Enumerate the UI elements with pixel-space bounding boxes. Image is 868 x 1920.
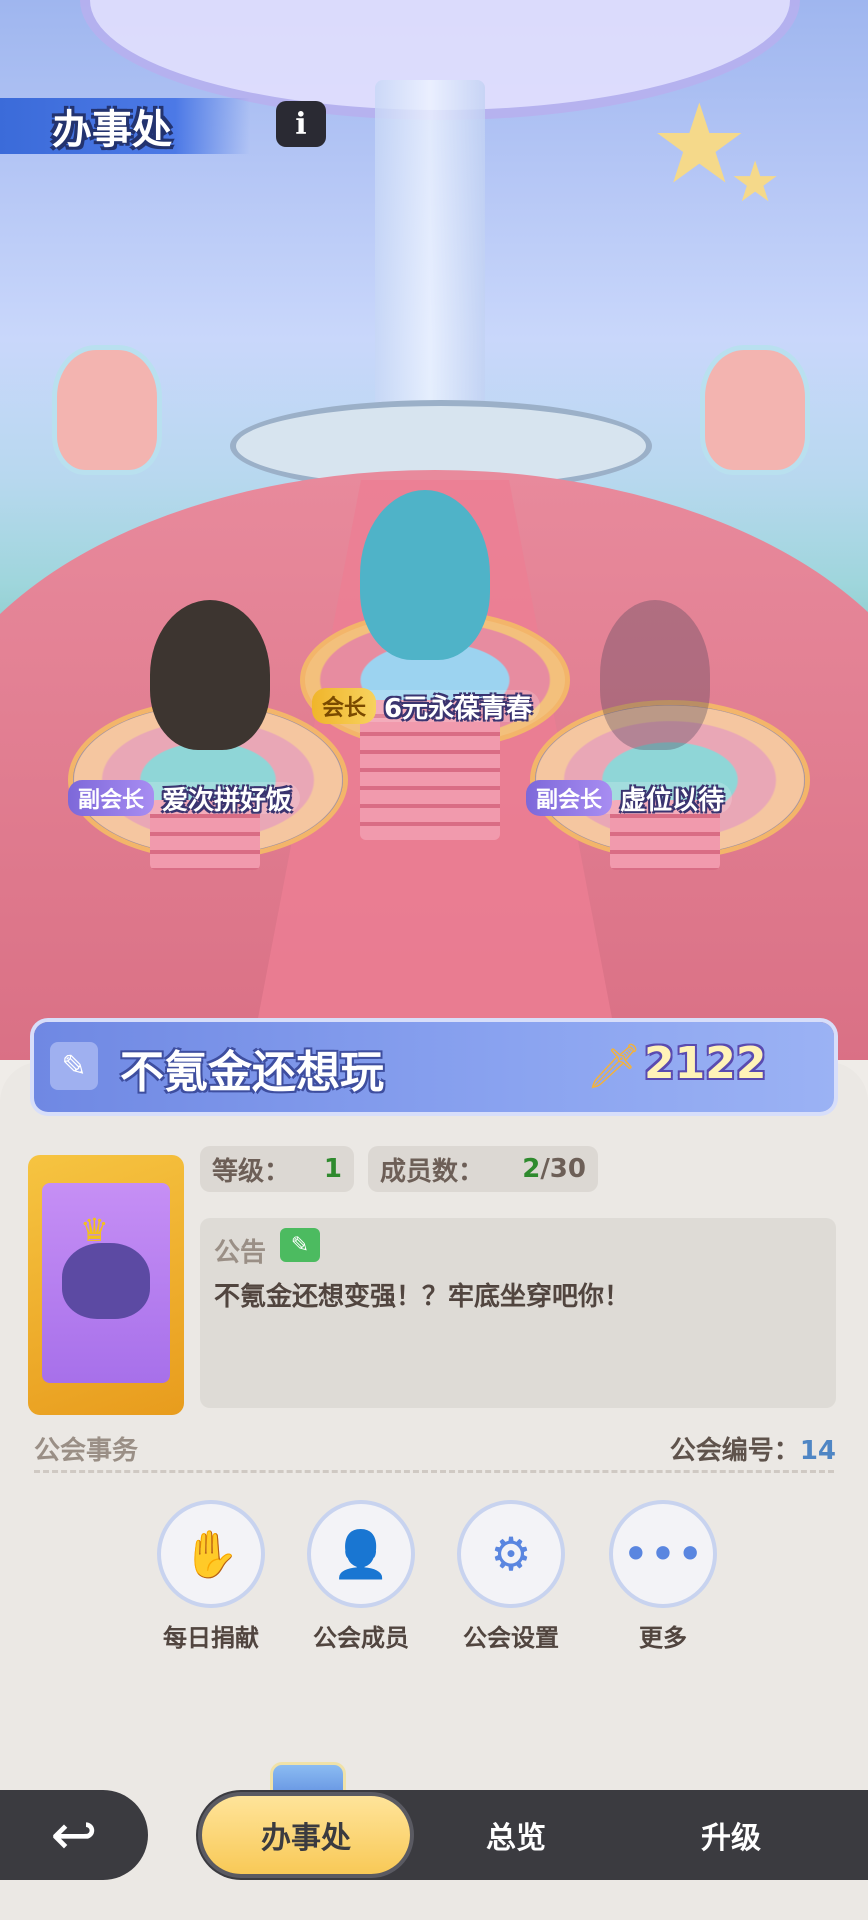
more-button[interactable]: ••• 更多 xyxy=(608,1500,718,1653)
action-label: 每日捐献 xyxy=(163,1624,259,1652)
notice-box: 公告 ✎ 不氪金还想变强！？牢底坐穿吧你！ xyxy=(200,1218,836,1408)
back-arrow-icon[interactable]: ↩ xyxy=(0,1790,148,1880)
vice-president-avatar[interactable] xyxy=(150,600,270,750)
tab-upgrade[interactable]: 升级 xyxy=(626,1790,836,1880)
edit-name-icon[interactable]: ✎ xyxy=(50,1042,98,1090)
edit-notice-icon[interactable]: ✎ xyxy=(280,1228,320,1262)
guild-members-button[interactable]: 👤 公会成员 xyxy=(306,1500,416,1653)
daily-donate-button[interactable]: ✋ 每日捐献 xyxy=(156,1500,266,1653)
guild-header: ✎ 不氪金还想玩 🗡 2122 xyxy=(34,1022,834,1112)
member-name: 爱次拼好饭 xyxy=(162,785,293,816)
info-icon[interactable]: i xyxy=(276,101,326,147)
gear-icon: ⚙ xyxy=(457,1500,565,1608)
member-avatar-icon: 👤 xyxy=(307,1500,415,1608)
role-badge: 副会长 xyxy=(68,780,155,816)
sword-power-icon: 🗡 xyxy=(586,1041,642,1092)
action-label: 公会设置 xyxy=(463,1624,559,1652)
donate-hand-icon: ✋ xyxy=(157,1500,265,1608)
star-decoration-small: ★ xyxy=(730,150,781,215)
president-avatar[interactable] xyxy=(360,490,490,660)
level-label: 等级： xyxy=(212,1156,291,1187)
role-badge: 副会长 xyxy=(526,780,613,816)
emblem-background: ♛ xyxy=(42,1183,170,1383)
member-name: 虚位以待 xyxy=(620,785,725,816)
tab-overview[interactable]: 总览 xyxy=(416,1790,616,1880)
member-count-stat: 成员数： 2/30 xyxy=(368,1146,598,1192)
notice-label: 公告 xyxy=(214,1238,267,1268)
guild-id-value: 14 xyxy=(799,1436,836,1466)
lion-statue-left xyxy=(52,345,162,475)
sleeping-cat-icon xyxy=(62,1243,150,1319)
member-name: 6元永葆青春 xyxy=(384,693,533,724)
light-pillar xyxy=(375,80,485,410)
action-label: 公会成员 xyxy=(313,1624,409,1652)
page-title: 办事处 xyxy=(52,107,172,153)
notice-text: 不氪金还想变强！？牢底坐穿吧你！ xyxy=(214,1282,631,1312)
crown-icon: ♛ xyxy=(80,1211,109,1249)
divider xyxy=(34,1470,834,1473)
vice-left-tag: 副会长 爱次拼好饭 xyxy=(68,780,301,816)
action-label: 更多 xyxy=(639,1624,687,1652)
role-badge: 会长 xyxy=(312,688,377,724)
tab-bar: 办事处 总览 升级 xyxy=(196,1790,868,1880)
vice-right-tag: 副会长 虚位以待 xyxy=(526,780,733,816)
affairs-label: 公会事务 xyxy=(34,1436,139,1466)
tab-office[interactable]: 办事处 xyxy=(202,1796,410,1874)
bottom-nav: ↩ 办事处 总览 升级 xyxy=(0,1790,868,1880)
lobby-scene: ★ ★ 副会长 爱次拼好饭 会长 6元永葆青春 副会长 虚位以待 xyxy=(0,0,868,1060)
guild-id: 公会编号：14 xyxy=(670,1430,836,1467)
president-tag: 会长 6元永葆青春 xyxy=(312,688,541,724)
guild-settings-button[interactable]: ⚙ 公会设置 xyxy=(456,1500,566,1653)
members-label: 成员数： xyxy=(380,1156,485,1187)
members-current: 2 xyxy=(522,1154,541,1184)
empty-seat-silhouette xyxy=(600,600,710,750)
lion-statue-right xyxy=(700,345,810,475)
guild-name: 不氪金还想玩 xyxy=(120,1047,384,1098)
guild-emblem-card[interactable]: ♛ xyxy=(28,1155,184,1415)
guild-power: 2122 xyxy=(644,1038,767,1089)
page-title-bar: 办事处 xyxy=(0,98,250,154)
level-stat: 等级： 1 xyxy=(200,1146,354,1192)
guild-id-label: 公会编号： xyxy=(669,1436,800,1466)
more-dots-icon: ••• xyxy=(609,1500,717,1608)
members-max: /30 xyxy=(540,1154,586,1184)
level-value: 1 xyxy=(323,1154,342,1184)
